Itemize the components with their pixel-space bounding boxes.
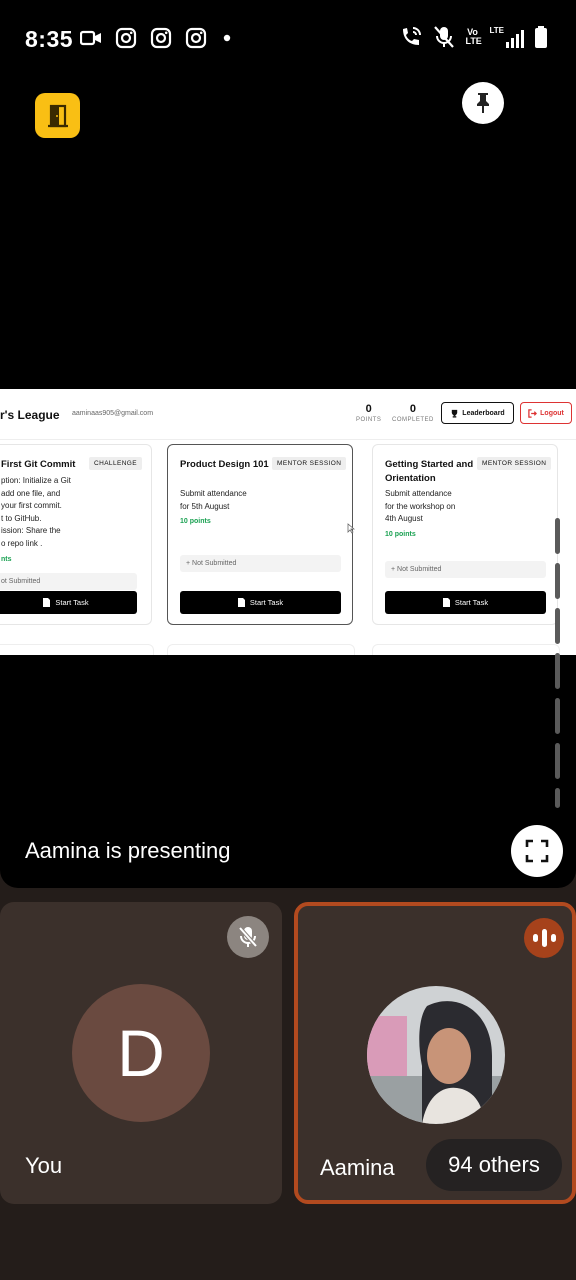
pin-button[interactable] xyxy=(462,82,504,124)
task-points: nts xyxy=(1,556,12,563)
mouse-cursor-icon xyxy=(347,523,355,534)
pin-icon xyxy=(477,93,489,113)
door-icon xyxy=(47,104,68,127)
video-icon xyxy=(80,30,101,46)
file-icon xyxy=(43,598,51,607)
shared-screen: r's League aaminaas905@gmail.com 0 POINT… xyxy=(0,389,576,655)
status-time: 8:35 xyxy=(25,26,74,52)
instagram-icon xyxy=(115,27,137,49)
presenting-label: Aamina is presenting xyxy=(25,838,231,863)
logout-icon xyxy=(528,408,538,418)
submission-status: + Not Submitted xyxy=(180,555,341,572)
scroll-indicator xyxy=(555,518,561,808)
logout-button[interactable]: Logout xyxy=(520,402,572,424)
task-description: Submit attendance for 5th August xyxy=(180,489,247,511)
app-title: r's League xyxy=(0,408,60,422)
task-title: First Git Commit xyxy=(1,459,76,470)
task-title: Getting Started and Orientation xyxy=(385,459,474,484)
task-description: ption: Initialize a Git add one file, an… xyxy=(1,476,71,548)
user-email: aaminaas905@gmail.com xyxy=(72,410,154,417)
others-participants-button[interactable]: 94 others xyxy=(426,1139,562,1191)
participant-name: Aamina xyxy=(320,1155,395,1180)
presentation-stage: 8:35 Vo LTE LTE r's League aaminaas905@g… xyxy=(0,0,576,888)
status-bar: 8:35 Vo LTE LTE xyxy=(0,0,576,78)
mic-muted-icon xyxy=(434,26,455,48)
task-points: 10 points xyxy=(180,518,211,525)
participant-tile-you[interactable]: D You xyxy=(0,902,282,1204)
task-card-next-row xyxy=(372,644,560,655)
leaderboard-button[interactable]: Leaderboard xyxy=(441,402,514,424)
task-card-next-row xyxy=(167,644,355,655)
start-task-button[interactable]: Start Task xyxy=(0,591,137,614)
task-card: Product Design 101 MENTOR SESSION Submit… xyxy=(167,444,353,625)
submission-status: ot Submitted xyxy=(0,573,137,590)
task-badge: CHALLENGE xyxy=(89,457,142,470)
task-card: First Git Commit CHALLENGE ption: Initia… xyxy=(0,444,152,625)
start-task-button[interactable]: Start Task xyxy=(385,591,546,614)
file-icon xyxy=(237,598,245,607)
instagram-icon xyxy=(185,27,207,49)
task-card-next-row xyxy=(0,644,154,655)
lte-signal-icon: LTE xyxy=(489,26,524,48)
task-badge: MENTOR SESSION xyxy=(477,457,552,470)
task-points: 10 points xyxy=(385,531,416,538)
profile-photo xyxy=(367,986,505,1124)
status-right-icons: Vo LTE LTE xyxy=(399,25,548,49)
completed-stat: 0 COMPLETED xyxy=(392,403,434,423)
task-badge: MENTOR SESSION xyxy=(272,457,347,470)
instagram-icon xyxy=(150,27,172,49)
fullscreen-button[interactable] xyxy=(511,825,563,877)
volte-icon: Vo LTE xyxy=(465,27,482,46)
avatar: D xyxy=(72,984,210,1122)
leave-meeting-button[interactable] xyxy=(35,93,80,138)
fullscreen-icon xyxy=(525,839,549,863)
points-stat: 0 POINTS xyxy=(356,403,382,423)
submission-status: + Not Submitted xyxy=(385,561,546,578)
participant-name: You xyxy=(25,1153,63,1178)
task-description: Submit attendance for the workshop on 4t… xyxy=(385,489,456,523)
mic-muted-indicator xyxy=(227,916,269,958)
speaking-indicator xyxy=(524,918,564,958)
file-icon xyxy=(442,598,450,607)
battery-icon xyxy=(535,26,547,48)
status-left-icons xyxy=(80,27,234,49)
shared-app-header: r's League aaminaas905@gmail.com 0 POINT… xyxy=(0,389,576,440)
avatar xyxy=(367,986,505,1124)
dot-icon xyxy=(223,34,231,42)
mic-off-icon xyxy=(238,926,258,948)
trophy-icon xyxy=(452,409,458,418)
start-task-button[interactable]: Start Task xyxy=(180,591,341,614)
task-card: Getting Started and Orientation MENTOR S… xyxy=(372,444,558,625)
task-title: Product Design 101 xyxy=(180,459,269,470)
wifi-calling-icon xyxy=(403,27,422,45)
